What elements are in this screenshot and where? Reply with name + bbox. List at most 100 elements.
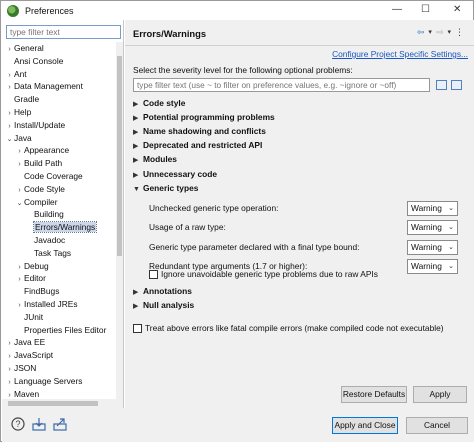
- view-menu-icon[interactable]: ⋮: [455, 27, 464, 38]
- section-name-shadowing-and-conflicts[interactable]: ▶ Name shadowing and conflicts: [133, 125, 266, 137]
- collapsed-triangle-icon[interactable]: ▶: [133, 301, 143, 313]
- tree-item-general[interactable]: › General: [5, 42, 44, 54]
- tree-item-java[interactable]: ⌄ Java: [5, 132, 32, 144]
- svg-text:?: ?: [15, 419, 20, 429]
- cancel-button[interactable]: Cancel: [406, 417, 468, 434]
- expanded-chevron-icon[interactable]: ⌄: [15, 198, 24, 210]
- tree-item-install-update[interactable]: › Install/Update: [5, 119, 65, 131]
- collapsed-triangle-icon[interactable]: ▶: [133, 141, 143, 153]
- tree-item-java-ee[interactable]: › Java EE: [5, 336, 45, 348]
- tree-item-data-management[interactable]: › Data Management: [5, 80, 83, 92]
- tree-item-json[interactable]: › JSON: [5, 362, 36, 374]
- option-label-1: Unchecked generic type operation:: [149, 203, 279, 213]
- option-label-2: Usage of a raw type:: [149, 222, 226, 233]
- tree-item-label: General: [14, 43, 44, 53]
- tree-item-build-path[interactable]: › Build Path: [15, 157, 62, 169]
- collapsed-triangle-icon[interactable]: ▶: [133, 155, 143, 167]
- configure-project-settings-link[interactable]: Configure Project Specific Settings...: [332, 49, 468, 59]
- tree-item-ansi-console[interactable]: Ansi Console: [5, 55, 63, 67]
- section-modules[interactable]: ▶ Modules: [133, 153, 177, 165]
- section-null-analysis[interactable]: ▶ Null analysis: [133, 299, 194, 311]
- tree-item-junit[interactable]: JUnit: [15, 311, 43, 323]
- severity-select-1[interactable]: Warning ⌄: [407, 201, 458, 216]
- section-generic-types[interactable]: ▼ Generic types: [133, 182, 198, 194]
- severity-select-3[interactable]: Warning ⌄: [407, 239, 458, 255]
- tree-item-task-tags[interactable]: Task Tags: [25, 247, 71, 259]
- page-header: Errors/Warnings ⇦ ▾ ⇨ ▾ ⋮: [125, 20, 474, 46]
- sidebar-horizontal-scrollbar[interactable]: [2, 399, 123, 408]
- section-annotations[interactable]: ▶ Annotations: [133, 285, 192, 297]
- preference-sidebar: ›GeneralAnsi Console ›Ant›Data Management…: [2, 20, 124, 424]
- severity-value: Warning: [411, 260, 442, 271]
- help-icon[interactable]: ?: [11, 417, 25, 431]
- back-menu-chevron-icon[interactable]: ▾: [428, 27, 432, 38]
- section-code-style[interactable]: ▶ Code style: [133, 97, 185, 109]
- ignore-raw-api-label: Ignore unavoidable generic type problems…: [161, 269, 378, 279]
- option-label-3: Generic type parameter declared with a f…: [149, 241, 360, 252]
- tree-item-javadoc[interactable]: Javadoc: [25, 234, 65, 246]
- tree-item-installed-jres[interactable]: › Installed JREs: [15, 298, 77, 310]
- expanded-chevron-icon[interactable]: ⌄: [5, 134, 14, 146]
- severity-value: Warning: [411, 241, 442, 252]
- apply-and-close-button[interactable]: Apply and Close: [332, 417, 398, 434]
- tree-item-label: Building: [34, 209, 64, 220]
- chevron-down-icon: ⌄: [448, 224, 454, 232]
- tree-item-code-style[interactable]: › Code Style: [15, 183, 65, 195]
- tree-item-properties-files-editor[interactable]: Properties Files Editor: [15, 324, 106, 336]
- tree-item-label: Javadoc: [34, 235, 66, 245]
- maximize-icon[interactable]: ☐: [421, 4, 430, 15]
- section-deprecated-and-restricted-api[interactable]: ▶ Deprecated and restricted API: [133, 139, 262, 151]
- expanded-triangle-icon[interactable]: ▼: [133, 184, 143, 196]
- tree-item-maven[interactable]: › Maven: [5, 388, 39, 400]
- tree-item-label: Code Coverage: [24, 171, 83, 181]
- tree-item-label: JSON: [14, 363, 37, 373]
- intro-text: Select the severity level for the follow…: [133, 65, 353, 75]
- section-unnecessary-code[interactable]: ▶ Unnecessary code: [133, 168, 217, 180]
- ignore-raw-api-checkbox[interactable]: [149, 270, 158, 279]
- fatal-errors-checkbox[interactable]: [133, 324, 142, 333]
- export-preferences-icon[interactable]: [53, 417, 67, 431]
- tree-item-compiler[interactable]: ⌄ Compiler: [15, 196, 58, 208]
- sidebar-filter-input[interactable]: [6, 25, 121, 39]
- tree-item-errors-warnings[interactable]: Errors/Warnings: [25, 221, 98, 234]
- sidebar-vertical-scrollbar[interactable]: [116, 42, 123, 406]
- severity-select-4[interactable]: Warning ⌄: [407, 258, 458, 274]
- tree-item-debug[interactable]: › Debug: [15, 260, 48, 272]
- minimize-icon[interactable]: —: [392, 4, 402, 15]
- section-label: Modules: [143, 154, 177, 165]
- tree-item-code-coverage[interactable]: Code Coverage: [15, 170, 83, 182]
- tree-item-label: Ant: [14, 68, 27, 79]
- tree-item-ant[interactable]: › Ant: [5, 68, 27, 80]
- section-label: Null analysis: [143, 300, 195, 310]
- tree-item-help[interactable]: › Help: [5, 106, 31, 118]
- collapsed-triangle-icon[interactable]: ▶: [133, 113, 143, 125]
- forward-menu-chevron-icon[interactable]: ▾: [447, 27, 451, 38]
- collapse-all-icon[interactable]: [451, 80, 462, 90]
- tree-item-javascript[interactable]: › JavaScript: [5, 349, 53, 361]
- tree-item-findbugs[interactable]: FindBugs: [15, 285, 59, 297]
- options-filter-input[interactable]: [133, 78, 430, 92]
- back-arrow-icon[interactable]: ⇦: [417, 27, 425, 38]
- eclipse-app-icon: [7, 4, 19, 17]
- tree-item-editor[interactable]: › Editor: [15, 272, 46, 284]
- expand-all-icon[interactable]: [436, 80, 447, 90]
- section-potential-programming-problems[interactable]: ▶ Potential programming problems: [133, 111, 275, 123]
- collapsed-triangle-icon[interactable]: ▶: [133, 127, 143, 139]
- collapsed-triangle-icon[interactable]: ▶: [133, 99, 143, 111]
- collapsed-triangle-icon[interactable]: ▶: [133, 287, 143, 299]
- tree-item-building[interactable]: Building: [25, 208, 64, 220]
- tree-item-appearance[interactable]: › Appearance: [15, 144, 69, 156]
- forward-arrow-icon[interactable]: ⇨: [436, 27, 444, 38]
- severity-value: Warning: [411, 203, 442, 213]
- restore-defaults-button[interactable]: Restore Defaults: [341, 386, 407, 403]
- tree-item-label: Properties Files Editor: [24, 324, 107, 335]
- collapsed-triangle-icon[interactable]: ▶: [133, 170, 143, 182]
- tree-item-label: Ansi Console: [14, 55, 64, 66]
- severity-select-2[interactable]: Warning ⌄: [407, 220, 458, 236]
- tree-item-label: Install/Update: [14, 119, 66, 130]
- tree-item-language-servers[interactable]: › Language Servers: [5, 375, 82, 387]
- tree-item-gradle[interactable]: Gradle: [5, 93, 39, 105]
- apply-button[interactable]: Apply: [413, 386, 467, 403]
- import-preferences-icon[interactable]: [32, 417, 46, 431]
- close-icon[interactable]: ✕: [453, 4, 461, 15]
